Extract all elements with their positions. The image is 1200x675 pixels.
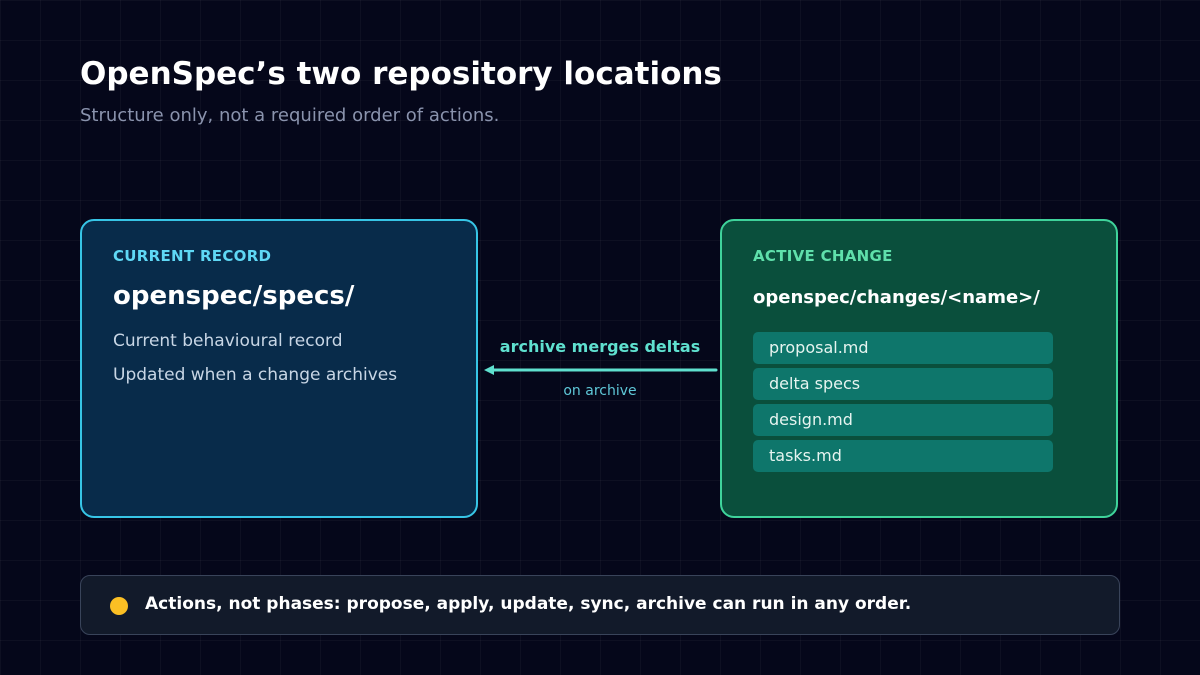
active-change-card: ACTIVE CHANGE openspec/changes/<name>/ p…: [720, 219, 1118, 518]
specs-path: openspec/specs/: [113, 281, 355, 311]
current-record-label: CURRENT RECORD: [113, 247, 272, 265]
file-proposal: proposal.md: [753, 332, 1053, 364]
current-record-description: Current behavioural record: [113, 331, 343, 351]
file-design: design.md: [753, 404, 1053, 436]
archive-trigger-caption: on archive: [563, 383, 637, 399]
current-record-card: CURRENT RECORD openspec/specs/ Current b…: [80, 219, 478, 518]
change-file-list: proposal.md delta specs design.md tasks.…: [753, 332, 1053, 476]
file-delta-specs: delta specs: [753, 368, 1053, 400]
file-tasks: tasks.md: [753, 440, 1053, 472]
active-change-label: ACTIVE CHANGE: [753, 247, 893, 265]
page-title: OpenSpec’s two repository locations: [80, 56, 722, 92]
actions-note-text: Actions, not phases: propose, apply, upd…: [145, 594, 912, 614]
changes-path: openspec/changes/<name>/: [753, 287, 1040, 308]
page-subtitle: Structure only, not a required order of …: [80, 105, 500, 126]
archive-merge-label: archive merges deltas: [499, 337, 701, 356]
archive-arrow: [484, 365, 718, 375]
actions-note: Actions, not phases: propose, apply, upd…: [80, 575, 1120, 635]
current-record-update-note: Updated when a change archives: [113, 365, 398, 385]
note-dot-icon: [110, 597, 128, 615]
